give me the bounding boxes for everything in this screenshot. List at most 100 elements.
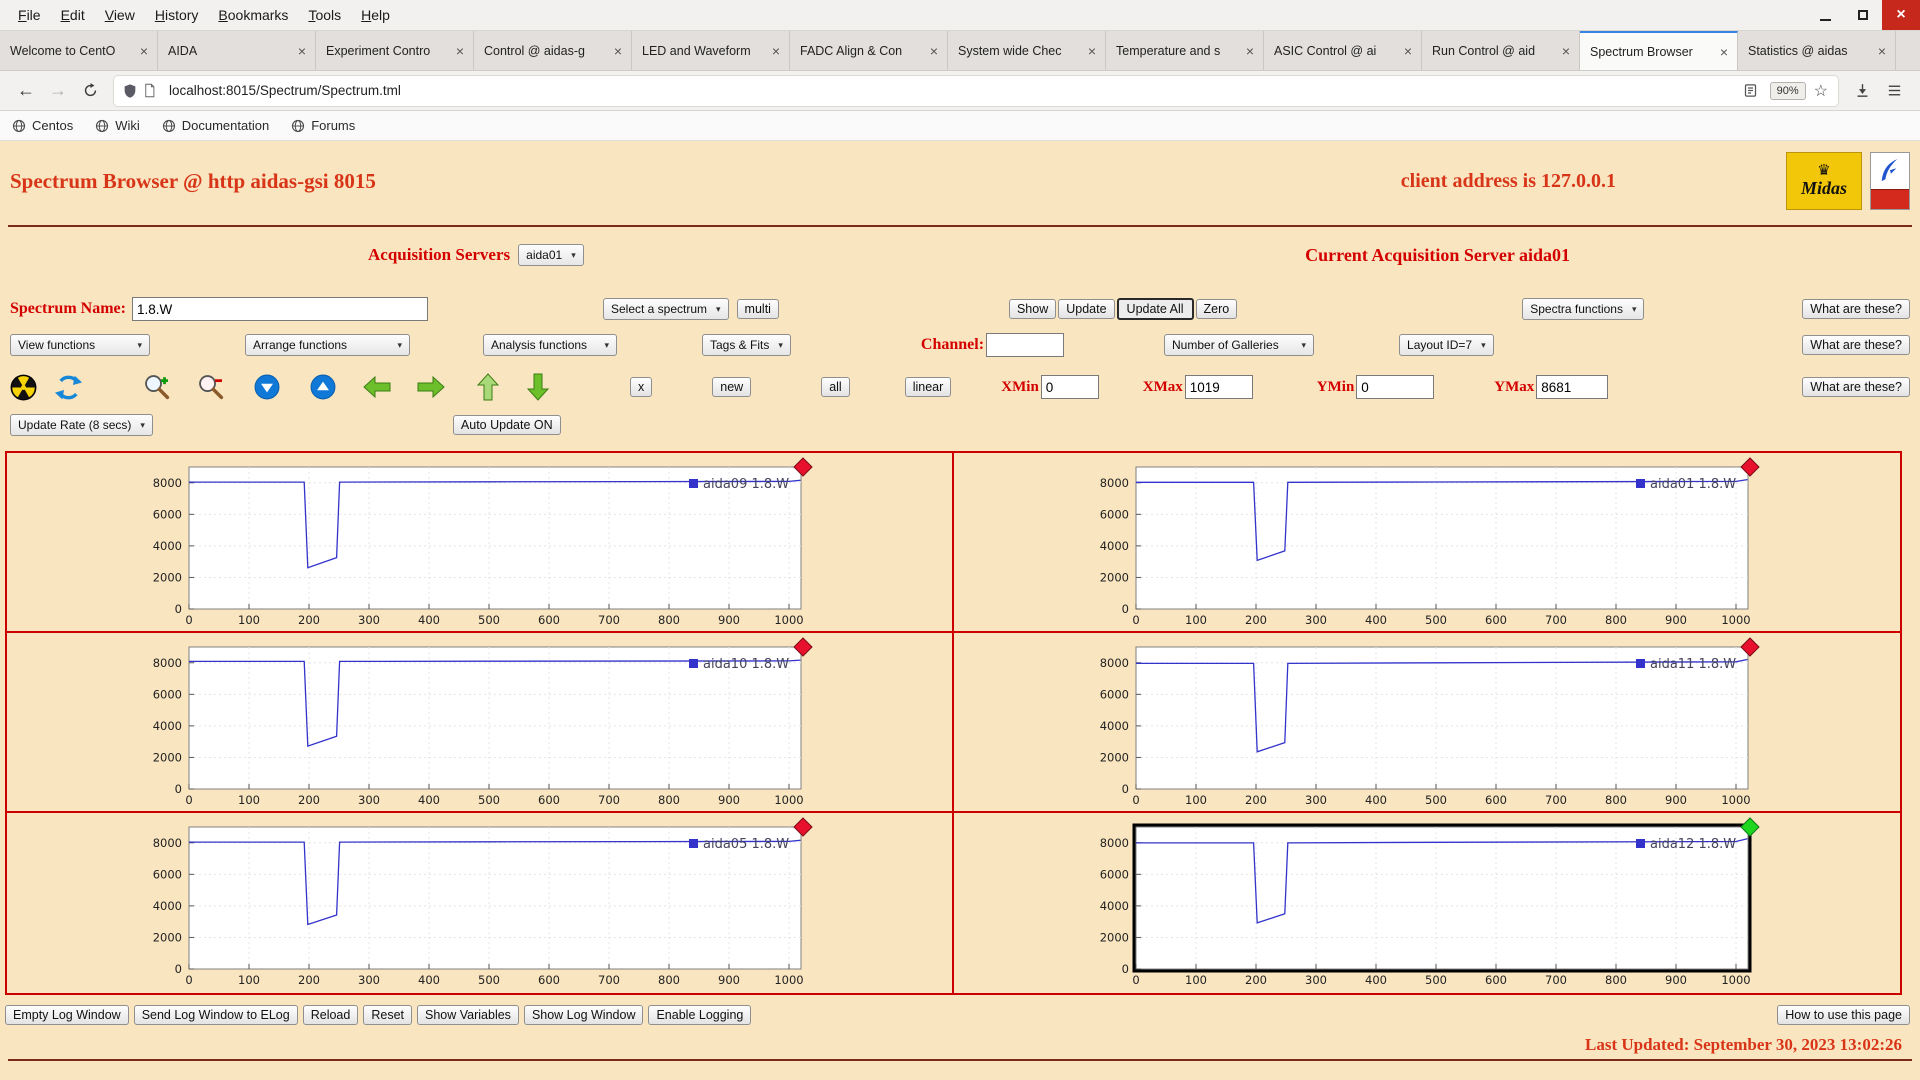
what-are-these-button-3[interactable]: What are these?	[1802, 377, 1910, 397]
tab-11[interactable]: Statistics @ aidas ×	[1738, 31, 1896, 70]
tab-8[interactable]: ASIC Control @ ai ×	[1264, 31, 1422, 70]
maximize-button[interactable]	[1844, 0, 1882, 30]
tab-1[interactable]: AIDA ×	[158, 31, 316, 70]
tab-close-icon[interactable]: ×	[1243, 43, 1257, 59]
tab-close-icon[interactable]: ×	[295, 43, 309, 59]
tab-7[interactable]: Temperature and s ×	[1106, 31, 1264, 70]
refresh-icon[interactable]	[55, 374, 82, 401]
bookmark-star-icon[interactable]: ☆	[1814, 81, 1828, 101]
menu-view[interactable]: View	[95, 2, 145, 28]
xmin-input[interactable]	[1040, 375, 1099, 399]
what-are-these-button-2[interactable]: What are these?	[1802, 335, 1910, 355]
menu-file[interactable]: File	[8, 2, 51, 28]
page-down-icon[interactable]	[254, 374, 280, 400]
select-spectrum-select[interactable]: Select a spectrum ▾	[602, 298, 729, 320]
tab-3[interactable]: Control @ aidas-g ×	[474, 31, 632, 70]
menu-help[interactable]: Help	[351, 2, 400, 28]
plot-cell-aida12[interactable]: 0 100 200 300 400 500 600 700 800 900 1000 0 2000 400…	[954, 813, 1901, 993]
all-button[interactable]: all	[821, 377, 850, 397]
bookmark-documentation[interactable]: Documentation	[162, 118, 269, 133]
update-button[interactable]: Update	[1058, 299, 1115, 319]
show-button[interactable]: Show	[1008, 299, 1057, 319]
ymin-input[interactable]	[1356, 375, 1435, 399]
zoom-in-icon[interactable]	[142, 372, 172, 402]
tab-10[interactable]: Spectrum Browser ×	[1580, 31, 1738, 70]
plot-cell-aida11[interactable]: 0 100 200 300 400 500 600 700 800 900 1000 0 2000 400…	[953, 633, 1900, 813]
tab-4[interactable]: LED and Waveform ×	[632, 31, 790, 70]
bookmark-wiki[interactable]: Wiki	[95, 118, 140, 133]
arrow-right-icon[interactable]	[416, 375, 446, 399]
spectrum-name-input[interactable]	[131, 297, 428, 321]
hamburger-menu-icon[interactable]	[1878, 76, 1910, 106]
analysis-functions-select[interactable]: Analysis functions ▾	[483, 334, 617, 356]
tab-close-icon[interactable]: ×	[611, 43, 625, 59]
tab-6[interactable]: System wide Chec ×	[948, 31, 1106, 70]
page-info-icon[interactable]	[142, 83, 157, 98]
arrow-down-icon[interactable]	[526, 372, 550, 402]
plot-cell-aida10[interactable]: 0 100 200 300 400 500 600 700 800 900 1000 0 2000 400…	[7, 633, 954, 813]
downloads-icon[interactable]	[1846, 76, 1878, 106]
menu-tools[interactable]: Tools	[298, 2, 351, 28]
how-to-use-button[interactable]: How to use this page	[1777, 1005, 1910, 1025]
reader-mode-icon[interactable]	[1743, 83, 1758, 98]
x-button[interactable]: x	[630, 377, 653, 397]
tab-close-icon[interactable]: ×	[1717, 44, 1731, 60]
tab-close-icon[interactable]: ×	[453, 43, 467, 59]
update-rate-select[interactable]: Update Rate (8 secs) ▾	[10, 414, 153, 436]
menu-history[interactable]: History	[145, 2, 209, 28]
footer-button-0[interactable]: Empty Log Window	[5, 1005, 129, 1025]
forward-button[interactable]: →	[42, 76, 74, 106]
close-button[interactable]: ×	[1882, 0, 1920, 30]
tab-close-icon[interactable]: ×	[769, 43, 783, 59]
back-button[interactable]: ←	[10, 76, 42, 106]
multi-button[interactable]: multi	[736, 299, 779, 319]
tab-close-icon[interactable]: ×	[137, 43, 151, 59]
linear-button[interactable]: linear	[904, 377, 952, 397]
page-up-icon[interactable]	[310, 374, 336, 400]
zero-button[interactable]: Zero	[1195, 299, 1238, 319]
acquisition-server-select[interactable]: aida01 ▾	[518, 244, 584, 266]
arrow-up-icon[interactable]	[476, 372, 500, 402]
footer-button-4[interactable]: Show Variables	[417, 1005, 519, 1025]
tab-close-icon[interactable]: ×	[1875, 43, 1889, 59]
footer-button-3[interactable]: Reset	[363, 1005, 412, 1025]
plot-cell-aida09[interactable]: 0 100 200 300 400 500 600 700 800 900 1000 0 2000 400…	[7, 453, 954, 633]
footer-button-2[interactable]: Reload	[302, 1005, 359, 1025]
zoom-out-icon[interactable]	[196, 372, 226, 402]
minimize-button[interactable]	[1806, 0, 1844, 30]
bookmark-centos[interactable]: Centos	[12, 118, 73, 133]
tab-close-icon[interactable]: ×	[1085, 43, 1099, 59]
ymax-input[interactable]	[1536, 375, 1609, 399]
tab-2[interactable]: Experiment Contro ×	[316, 31, 474, 70]
tags-fits-select[interactable]: Tags & Fits ▾	[702, 334, 791, 356]
tab-5[interactable]: FADC Align & Con ×	[790, 31, 948, 70]
footer-button-1[interactable]: Send Log Window to ELog	[133, 1005, 298, 1025]
menu-edit[interactable]: Edit	[51, 2, 95, 28]
zoom-level-badge[interactable]: 90%	[1769, 81, 1806, 100]
bookmark-forums[interactable]: Forums	[291, 118, 355, 133]
view-functions-select[interactable]: View functions ▾	[10, 334, 150, 356]
xmax-input[interactable]	[1184, 375, 1253, 399]
tab-close-icon[interactable]: ×	[1401, 43, 1415, 59]
plot-cell-aida05[interactable]: 0 100 200 300 400 500 600 700 800 900 1000 0 2000 400…	[7, 813, 954, 993]
auto-update-button[interactable]: Auto Update ON	[452, 415, 561, 435]
footer-button-5[interactable]: Show Log Window	[523, 1005, 644, 1025]
update-all-button[interactable]: Update All	[1116, 298, 1194, 320]
channel-input[interactable]	[986, 333, 1065, 357]
arrow-left-icon[interactable]	[362, 375, 392, 399]
spectra-functions-select[interactable]: Spectra functions ▾	[1522, 298, 1645, 320]
tab-9[interactable]: Run Control @ aid ×	[1422, 31, 1580, 70]
tab-close-icon[interactable]: ×	[927, 43, 941, 59]
layout-select[interactable]: Layout ID=7 ▾	[1399, 334, 1494, 356]
reload-button[interactable]	[74, 76, 106, 106]
radiation-icon[interactable]	[10, 374, 37, 401]
galleries-select[interactable]: Number of Galleries ▾	[1164, 334, 1315, 356]
arrange-functions-select[interactable]: Arrange functions ▾	[245, 334, 410, 356]
tab-close-icon[interactable]: ×	[1559, 43, 1573, 59]
plot-cell-aida01[interactable]: 0 100 200 300 400 500 600 700 800 900 1000 0 2000 400…	[953, 453, 1900, 633]
what-are-these-button-1[interactable]: What are these?	[1802, 299, 1910, 319]
menu-bookmarks[interactable]: Bookmarks	[208, 2, 298, 28]
tab-0[interactable]: Welcome to CentO ×	[0, 31, 158, 70]
new-button[interactable]: new	[712, 377, 752, 397]
shield-icon[interactable]	[122, 83, 138, 99]
